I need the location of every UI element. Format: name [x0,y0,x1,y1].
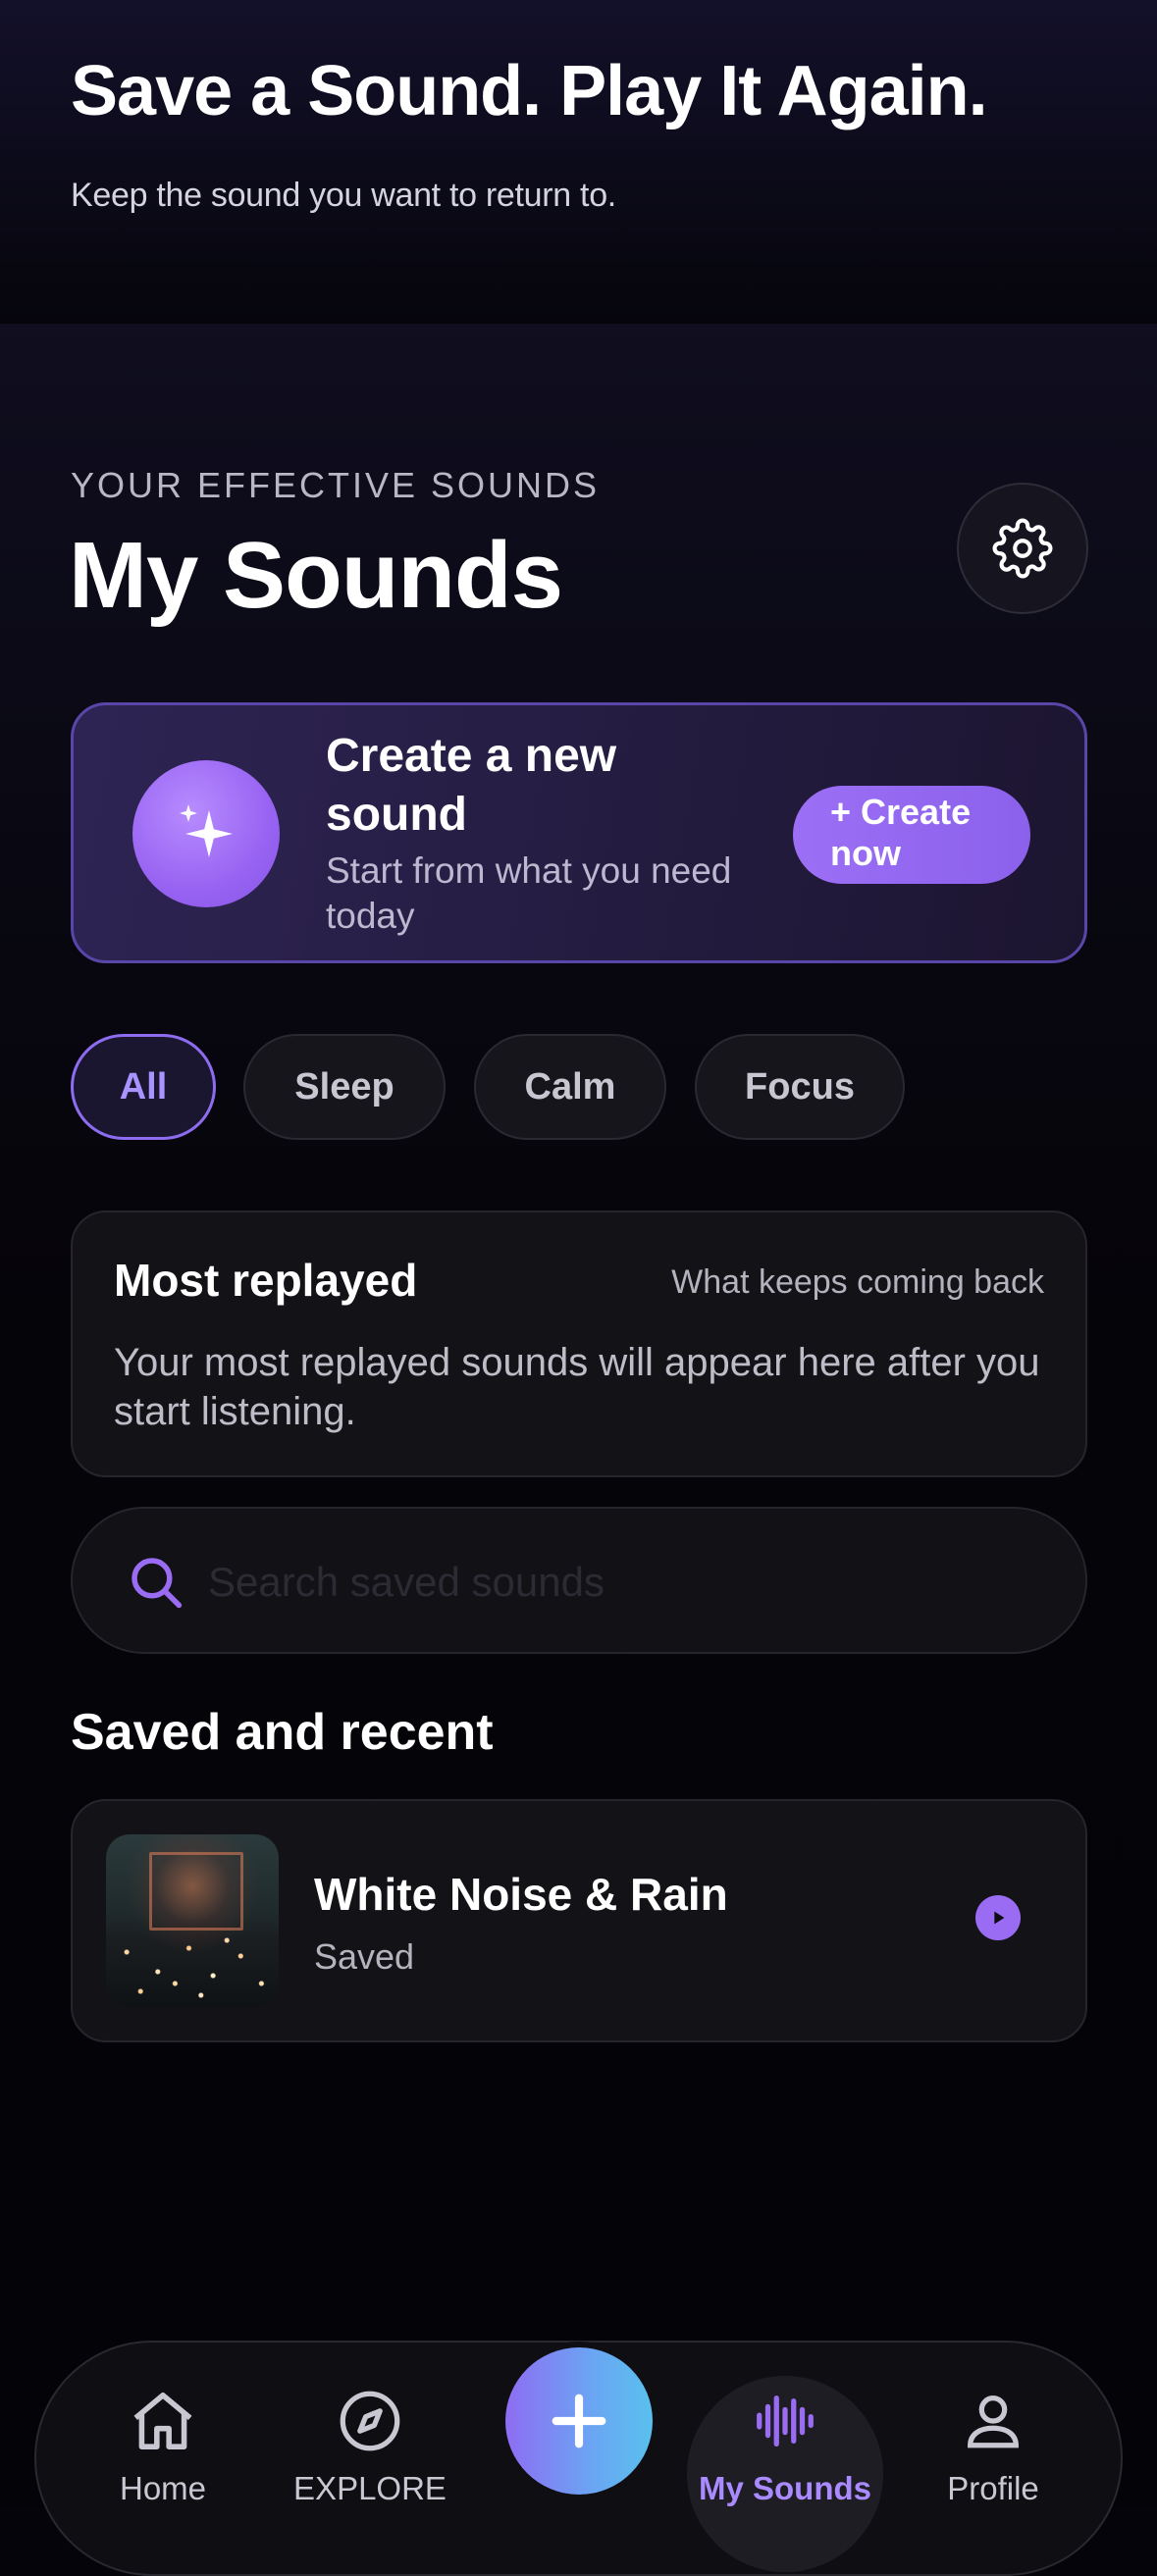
tab-home[interactable]: Home [65,2384,261,2507]
search-input[interactable] [208,1538,1052,1626]
hero-banner: Save a Sound. Play It Again. Keep the so… [0,0,1157,324]
filter-chip-sleep[interactable]: Sleep [243,1034,446,1140]
play-icon [994,1911,1005,1925]
create-sound-card[interactable]: Create a new sound Start from what you n… [71,702,1087,963]
tab-profile-label: Profile [947,2470,1039,2506]
most-replayed-title: Most replayed [114,1255,418,1306]
tab-explore[interactable]: EXPLORE [272,2384,468,2507]
section-eyebrow: YOUR EFFECTIVE SOUNDS [71,465,601,505]
tab-explore-label: EXPLORE [293,2470,447,2506]
most-replayed-tagline: What keeps coming back [671,1263,1044,1301]
search-bar[interactable] [71,1507,1087,1654]
home-icon [133,2393,192,2449]
gear-icon [992,518,1053,579]
add-sound-button[interactable] [505,2347,653,2495]
tab-my-sounds-label: My Sounds [698,2470,871,2506]
tab-home-label: Home [119,2470,207,2506]
tab-profile[interactable]: Profile [895,2384,1091,2507]
sound-status: Saved [314,1936,415,1977]
sparkles-icon [180,804,233,857]
waveform-icon [757,2396,814,2447]
most-replayed-card: Most replayed What keeps coming back You… [71,1211,1087,1477]
filter-chip-all[interactable]: All [71,1034,216,1140]
sound-list-item[interactable]: White Noise & Rain Saved [71,1799,1087,2042]
create-card-subtitle: Start from what you need today [326,850,732,936]
saved-section-title: Saved and recent [71,1704,494,1761]
settings-button[interactable] [957,483,1088,614]
person-icon [968,2396,1019,2448]
play-button[interactable] [975,1895,1021,1940]
most-replayed-empty-text: Your most replayed sounds will appear he… [114,1341,1040,1433]
hero-subtitle: Keep the sound you want to return to. [71,177,616,214]
page-title: My Sounds [69,523,563,628]
tab-my-sounds[interactable]: My Sounds [687,2384,883,2507]
sound-thumbnail [106,1834,279,2007]
filter-chip-focus[interactable]: Focus [695,1034,905,1140]
create-card-title: Create a new sound [326,730,617,841]
plus-icon [552,2394,606,2448]
search-icon [131,1558,183,1609]
create-now-button[interactable]: + Create now [793,786,1030,884]
hero-title: Save a Sound. Play It Again. [71,52,988,130]
sound-title: White Noise & Rain [314,1869,728,1920]
sparkles-badge [132,760,280,907]
filter-chip-calm[interactable]: Calm [474,1034,666,1140]
compass-icon [340,2391,400,2451]
